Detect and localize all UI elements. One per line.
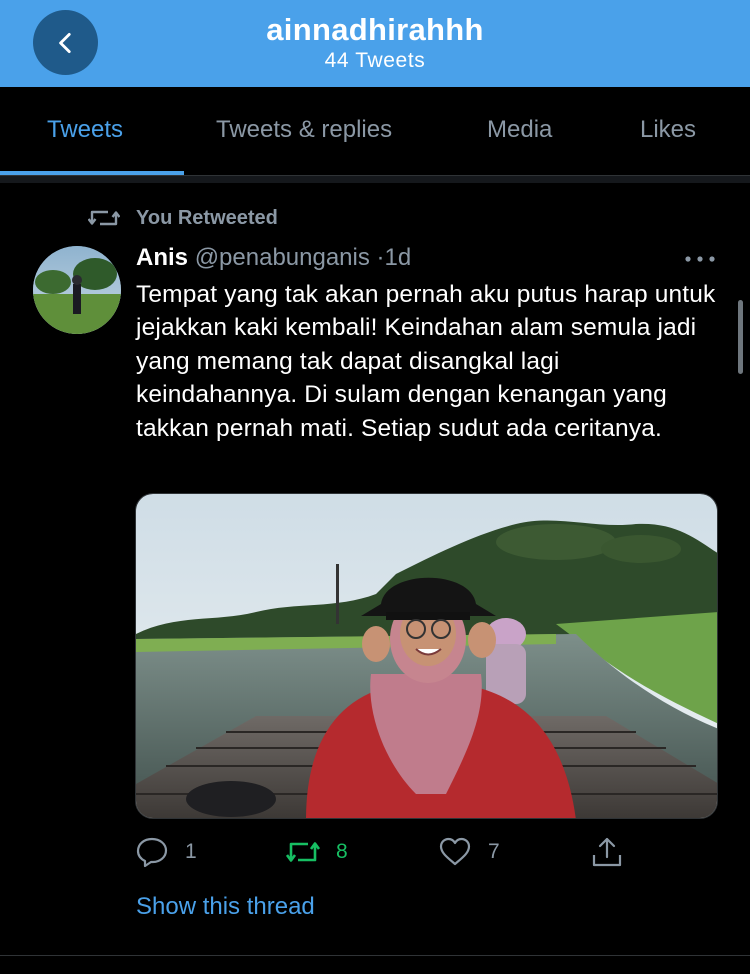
- like-button[interactable]: 7: [438, 835, 500, 869]
- share-icon: [592, 837, 622, 867]
- profile-header: ainnadhirahhh 44 Tweets: [0, 0, 750, 87]
- avatar-image: [33, 246, 121, 334]
- tweet-text: Tempat yang tak akan pernah aku putus ha…: [136, 281, 716, 442]
- author-handle[interactable]: @penabunganis: [195, 244, 370, 271]
- heart-icon: [439, 837, 471, 866]
- ellipsis-icon: [685, 256, 715, 262]
- retweet-label: You Retweeted: [136, 206, 278, 229]
- profile-name: ainnadhirahhh: [266, 12, 484, 47]
- tweet-timestamp[interactable]: 1d: [385, 244, 412, 271]
- reply-button[interactable]: 1: [135, 835, 197, 869]
- more-options-button[interactable]: [682, 247, 718, 271]
- retweet-context: You Retweeted: [88, 206, 278, 230]
- retweet-active-icon: [286, 842, 320, 862]
- tab-likes[interactable]: Likes: [640, 116, 696, 144]
- tab-media[interactable]: Media: [487, 116, 552, 144]
- scrollbar[interactable]: [738, 300, 743, 374]
- tab-tweets[interactable]: Tweets: [47, 116, 123, 144]
- like-count: 7: [488, 840, 500, 863]
- tweet-photo-image: [136, 494, 717, 818]
- reply-icon: [136, 837, 168, 868]
- separator-dot: ·: [376, 244, 385, 271]
- share-button[interactable]: [590, 835, 624, 869]
- tabs-divider: [0, 175, 750, 183]
- tab-tweets-replies[interactable]: Tweets & replies: [216, 116, 392, 144]
- retweet-count: 8: [336, 840, 348, 863]
- retweet-button[interactable]: 8: [286, 835, 348, 869]
- avatar[interactable]: [33, 246, 121, 334]
- tweet-divider: [0, 955, 750, 956]
- retweet-icon: [88, 210, 120, 226]
- author-name[interactable]: Anis: [136, 244, 188, 271]
- tweet-header: Anis @penabunganis ·1d: [136, 244, 411, 272]
- reply-count: 1: [185, 840, 197, 863]
- profile-tabs: Tweets Tweets & replies Media Likes: [0, 87, 750, 175]
- tweet-count: 44 Tweets: [324, 49, 426, 72]
- tweet-photo[interactable]: [135, 493, 718, 819]
- show-thread-link[interactable]: Show this thread: [136, 893, 315, 921]
